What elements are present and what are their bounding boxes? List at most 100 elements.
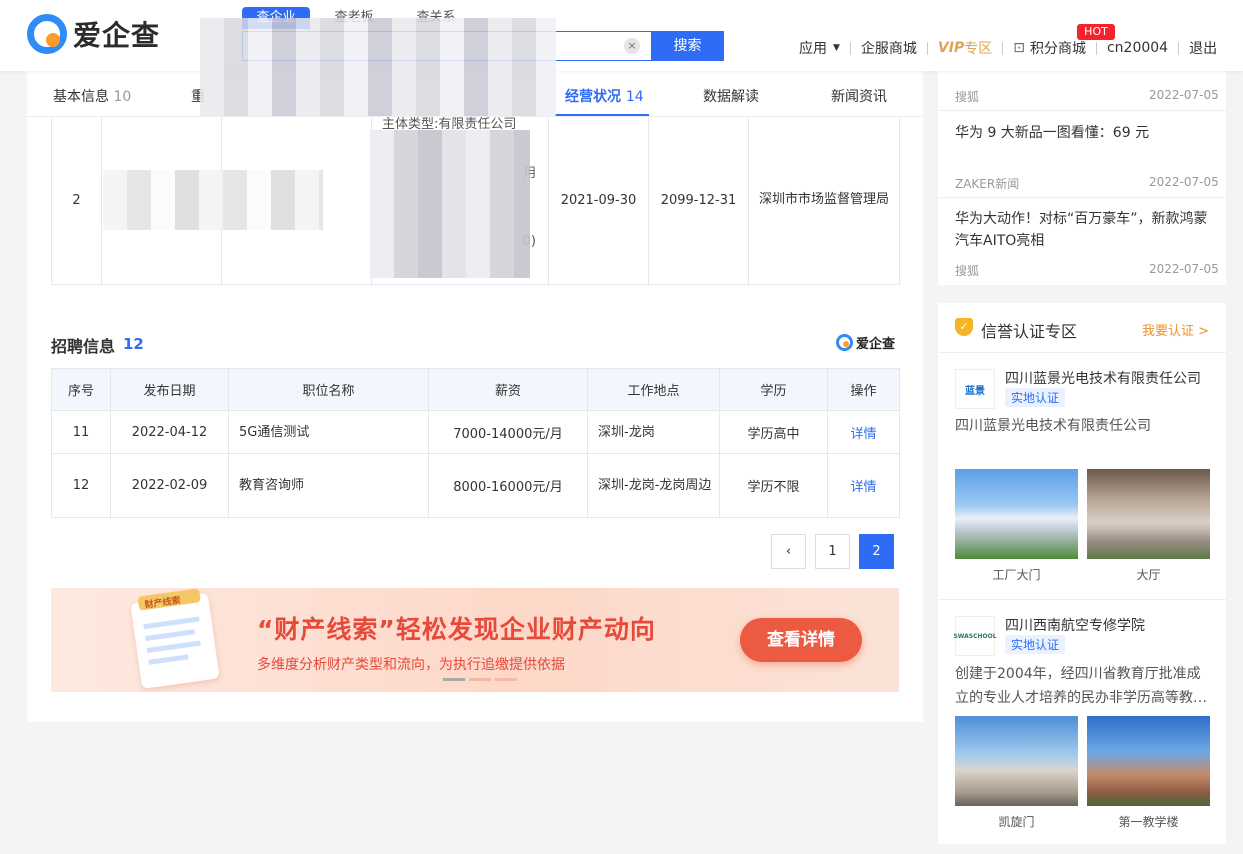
logout-link[interactable]: 退出 (1189, 38, 1217, 58)
col-header: 操作 (827, 368, 900, 411)
vip-zone-link[interactable]: 专区 (964, 38, 992, 58)
tab-data-insight[interactable]: 数据解读 (703, 86, 759, 106)
search-button[interactable]: 搜索 (651, 31, 724, 61)
table-row: 11 2022-04-12 5G通信测试 7000-14000元/月 深圳-龙岗… (51, 410, 900, 454)
cell-action: 详情 (827, 410, 900, 454)
cell-location: 深圳-龙岗 (587, 410, 720, 454)
table-row: 12 2022-02-09 教育咨询师 8000-16000元/月 深圳-龙岗-… (51, 453, 900, 518)
carousel-dots[interactable] (443, 678, 517, 681)
photo-caption: 第一教学楼 (1118, 815, 1179, 829)
gift-icon[interactable]: ⊡ (1013, 40, 1025, 56)
nav-apps[interactable]: 应用 (799, 38, 827, 58)
tab-operation-status[interactable]: 经营状况 14 (565, 86, 644, 106)
recruit-title: 招聘信息 (51, 337, 116, 356)
company-desc: 四川蓝景光电技术有限责任公司 (955, 418, 1151, 434)
divider (1095, 41, 1097, 55)
col-header: 发布日期 (110, 368, 229, 411)
prev-page-button[interactable]: ‹ (771, 534, 806, 569)
redacted-mosaic (370, 130, 530, 278)
recruit-table: 序号 发布日期 职位名称 薪资 工作地点 学历 操作 11 2022-04-12… (51, 368, 900, 518)
verified-badge: 实地认证 (1005, 635, 1066, 654)
row-index: 2 (51, 117, 102, 285)
view-details-button[interactable]: 查看详情 (740, 618, 862, 662)
tab-news[interactable]: 新闻资讯 (831, 86, 887, 106)
divider (938, 197, 1226, 198)
end-date: 2099-12-31 (648, 117, 749, 285)
vip-label[interactable]: VIP (938, 40, 964, 56)
col-header: 序号 (51, 368, 111, 411)
news-source: ZAKER新闻 (955, 177, 1020, 191)
cell-education: 学历高中 (719, 410, 828, 454)
cell-location: 深圳-龙岗-龙岗周边 (587, 453, 720, 518)
start-date: 2021-09-30 (548, 117, 649, 285)
detail-link[interactable]: 详情 (850, 427, 876, 442)
cell-salary: 8000-16000元/月 (428, 453, 588, 518)
verified-badge: 实地认证 (1005, 388, 1066, 407)
nav-points-mall[interactable]: 积分商城 (1030, 38, 1086, 58)
company-name[interactable]: 四川蓝景光电技术有限责任公司 (1005, 368, 1201, 388)
company-logo[interactable]: 蓝景 (955, 369, 995, 409)
table-header: 序号 发布日期 职位名称 薪资 工作地点 学历 操作 (51, 368, 900, 411)
news-title[interactable]: 华为 9 大新品一图看懂：69 元 (955, 122, 1210, 144)
shield-check-icon: ✓ (955, 318, 973, 336)
cell-no: 12 (51, 453, 111, 518)
authority: 深圳市市场监督管理局 (748, 117, 900, 285)
news-date: 2022-07-05 (1149, 262, 1219, 276)
divider (849, 41, 851, 55)
banner-title: “财产线索”轻松发现企业财产动向 (257, 615, 656, 644)
divider (938, 110, 1226, 111)
logo-icon (836, 334, 853, 351)
divider (926, 41, 928, 55)
divider (938, 599, 1226, 600)
divider (1002, 41, 1004, 55)
factory-gate-photo[interactable] (955, 469, 1078, 559)
page-1-button[interactable]: 1 (815, 534, 850, 569)
col-header: 学历 (719, 368, 828, 411)
photo-caption: 大厅 (1136, 568, 1161, 582)
recruit-count: 12 (123, 335, 144, 353)
divider (938, 352, 1226, 353)
col-header: 职位名称 (228, 368, 429, 411)
news-source: 搜狐 (955, 90, 980, 104)
top-nav: 应用 ▼ 企服商城 VIP 专区 ⊡ 积分商城 cn20004 退出 (799, 38, 1217, 58)
teaching-building-photo[interactable] (1087, 716, 1210, 806)
company-desc: 创建于2004年，经四川省教育厅批准成立的专业人才培养的民办非学历高等教… (955, 666, 1207, 706)
user-name[interactable]: cn20004 (1107, 40, 1168, 56)
nav-enterprise-mall[interactable]: 企服商城 (861, 38, 917, 58)
lobby-photo[interactable] (1087, 469, 1210, 559)
active-tab-indicator (554, 114, 649, 116)
caret-down-icon[interactable]: ▼ (833, 43, 840, 53)
document-illustration: 财产线索 (130, 592, 220, 690)
col-header: 薪资 (428, 368, 588, 411)
site-logo[interactable]: 爱企查 (27, 14, 160, 54)
doc-title: 财产线索 (144, 595, 182, 611)
credit-title: 信誉认证专区 (981, 322, 1078, 341)
clear-icon[interactable]: × (624, 38, 640, 54)
detail-link[interactable]: 详情 (850, 480, 876, 495)
cell-date: 2022-04-12 (110, 410, 229, 454)
cell-date: 2022-02-09 (110, 453, 229, 518)
photo-caption: 工厂大门 (992, 568, 1041, 582)
cell-action: 详情 (827, 453, 900, 518)
cell-salary: 7000-14000元/月 (428, 410, 588, 454)
arch-gate-photo[interactable] (955, 716, 1078, 806)
apply-certification-link[interactable]: 我要认证 > (1142, 320, 1209, 339)
page-2-button[interactable]: 2 (859, 534, 894, 569)
logo-text: 爱企查 (73, 19, 161, 52)
col-header: 工作地点 (587, 368, 720, 411)
news-title[interactable]: 华为大动作！对标“百万豪车”，新款鸿蒙汽车AITO亮相 (955, 208, 1210, 252)
news-date: 2022-07-05 (1149, 175, 1219, 189)
logo-icon (27, 14, 67, 54)
cell-no: 11 (51, 410, 111, 454)
photo-caption: 凯旋门 (998, 815, 1035, 829)
redacted-mosaic (103, 170, 323, 230)
cell-position: 5G通信测试 (228, 410, 429, 454)
promo-banner[interactable]: 财产线索 “财产线索”轻松发现企业财产动向 多维度分析财产类型和流向，为执行追缴… (51, 588, 899, 692)
news-source: 搜狐 (955, 264, 980, 278)
banner-subtitle: 多维度分析财产类型和流向，为执行追缴提供依据 (257, 657, 565, 673)
tab-basic-info[interactable]: 基本信息 10 (53, 86, 131, 106)
hot-badge: HOT (1077, 24, 1115, 40)
company-logo[interactable]: SWASCHOOL (953, 616, 997, 656)
cell-position: 教育咨询师 (228, 453, 429, 518)
company-name[interactable]: 四川西南航空专修学院 (1005, 615, 1145, 635)
